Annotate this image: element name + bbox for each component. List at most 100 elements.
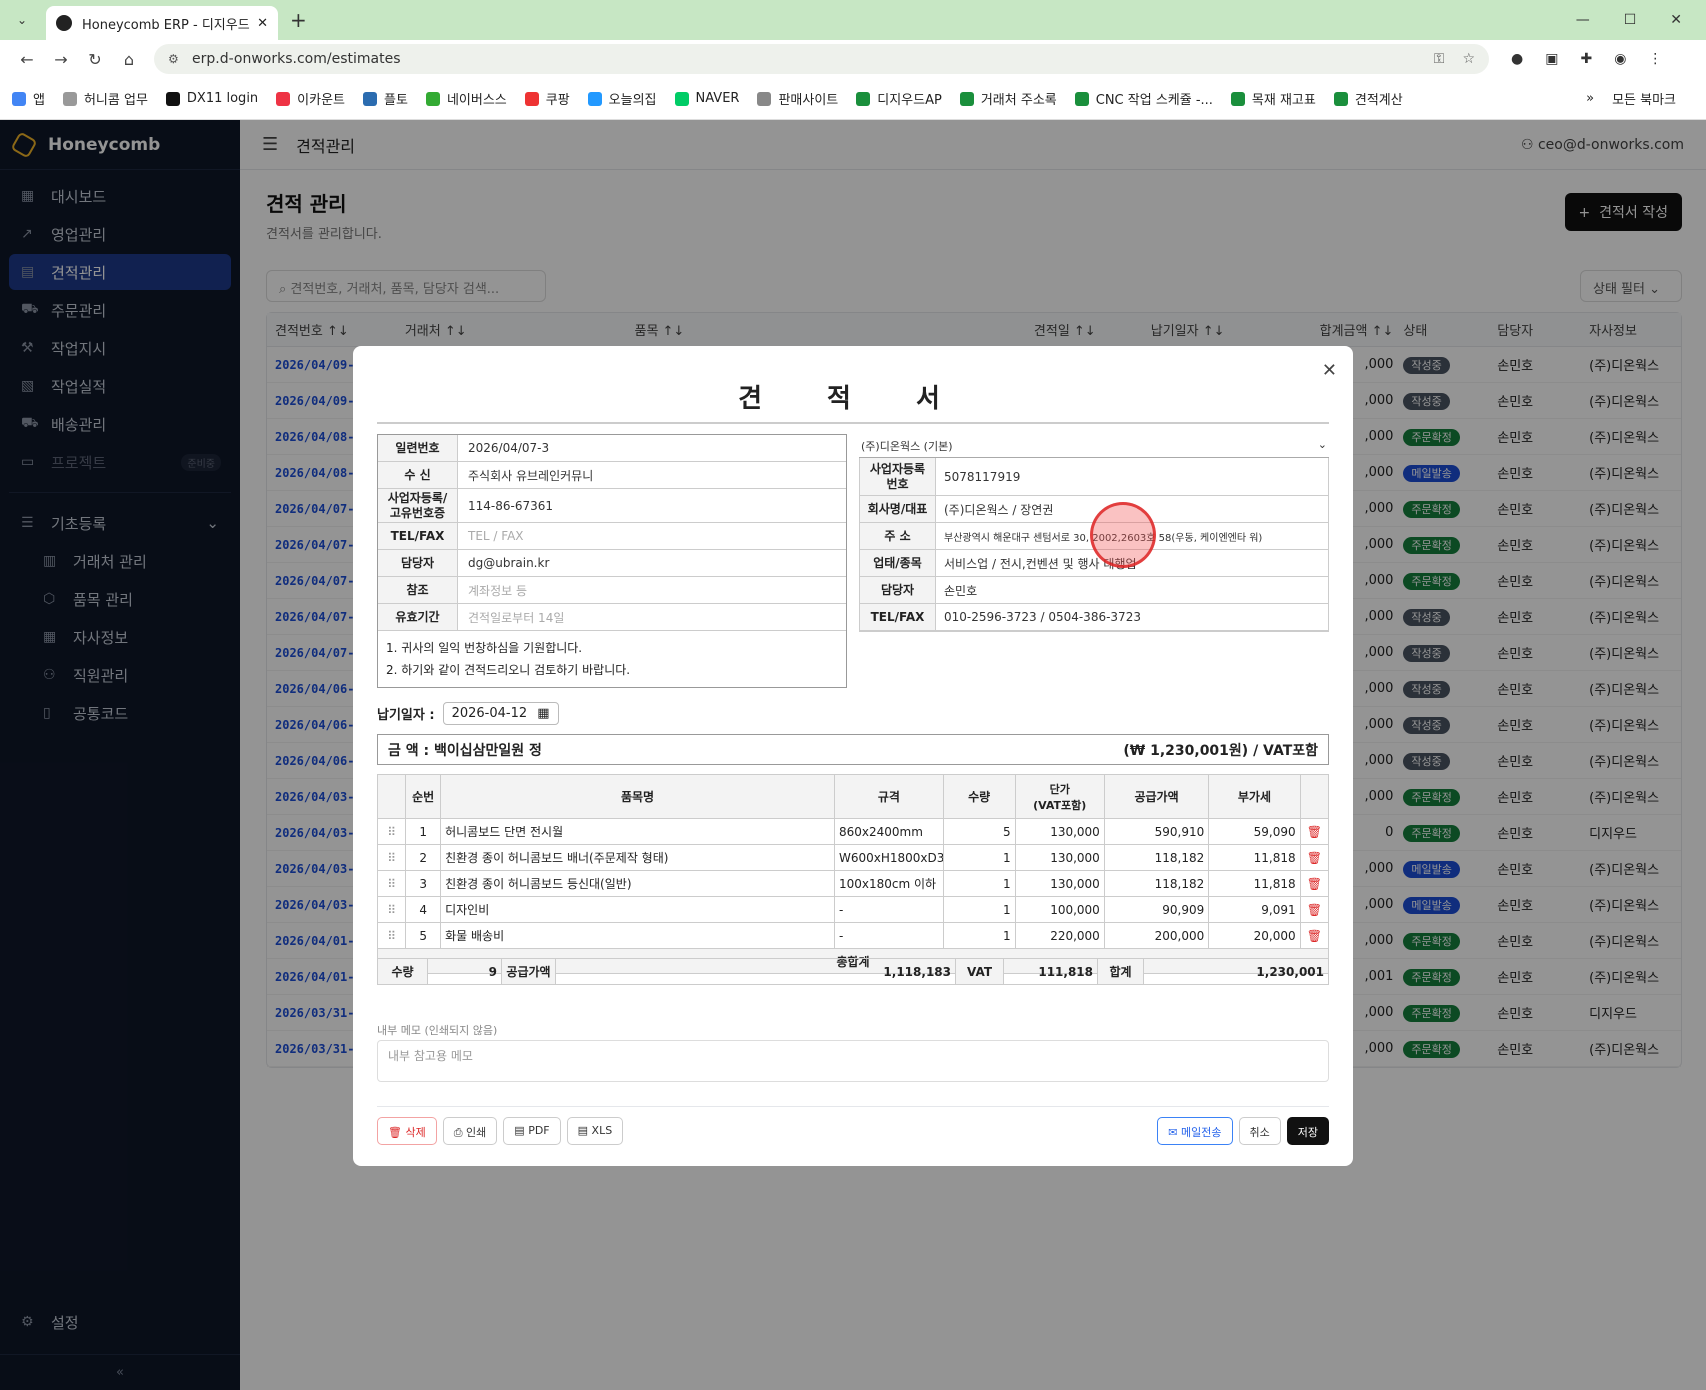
item-qty[interactable]: 1 [942,844,1016,871]
star-icon[interactable]: ☆ [1462,51,1475,67]
item-vat[interactable]: 11,818 [1208,870,1301,897]
item-supply[interactable]: 90,909 [1103,896,1210,923]
bookmark-item[interactable]: 오늘의집 [587,89,657,108]
due-date-input[interactable]: 2026-04-12 ▦ [442,702,559,725]
drag-handle-icon[interactable]: ⠿ [376,922,407,949]
item-qty[interactable]: 5 [942,818,1016,845]
close-window-icon[interactable]: ✕ [1670,12,1682,28]
item-spec[interactable]: W600xH1800xD30( [833,844,944,871]
item-qty[interactable]: 1 [942,870,1016,897]
item-unit-price[interactable]: 130,000 [1014,870,1105,897]
item-unit-price[interactable]: 130,000 [1014,844,1105,871]
item-spec[interactable]: - [833,896,944,923]
bookmark-item[interactable]: 플토 [363,89,408,108]
tab-search-icon[interactable]: ⌄ [8,6,36,34]
save-button[interactable]: 저장 [1286,1117,1329,1145]
bookmark-item[interactable]: 앱 [12,89,45,108]
browser-tab[interactable]: Honeycomb ERP - 디지우드 ✕ [46,6,278,40]
drag-handle-icon[interactable]: ⠿ [376,818,407,845]
bookmark-item[interactable]: 네이버스스 [425,89,507,108]
item-row[interactable]: ⠿ 4 디자인비 -1 100,000 90,909 9,091 🗑 [376,896,1330,923]
trash-icon[interactable]: 🗑 [1299,818,1330,845]
bookmark-item[interactable]: 쿠팡 [524,89,570,108]
site-info-icon[interactable]: ⚙ [168,52,192,66]
item-spec[interactable]: 860x2400mm [833,818,944,845]
field-value[interactable]: 견적일로부터 14일 [458,609,590,626]
trash-icon[interactable]: 🗑 [1299,844,1330,871]
bookmark-item[interactable]: 목재 재고표 [1230,89,1316,108]
item-vat[interactable]: 20,000 [1208,922,1301,949]
item-name[interactable]: 디자인비 [440,896,835,923]
item-row[interactable]: ⠿2친환경 종이 허니콤보드 배너(주문제작 형태)W600xH1800xD30… [376,844,1330,871]
key-icon[interactable]: ⚿ [1434,51,1445,67]
field-value[interactable]: dg@ubrain.kr [458,556,549,570]
item-name[interactable]: 친환경 종이 허니콤보드 등신대(일반) [440,870,835,897]
cancel-button[interactable]: 취소 [1238,1117,1281,1145]
bookmark-item[interactable]: DX11 login [165,91,258,106]
print-button[interactable]: ⎙ 인쇄 [442,1117,498,1145]
bookmark-item[interactable]: NAVER [674,91,739,106]
bookmark-item[interactable]: 디지우드AP [856,89,942,108]
back-icon[interactable]: ← [10,50,44,69]
close-icon[interactable]: ✕ [1322,360,1337,381]
item-name[interactable]: 화물 배송비 [440,922,835,949]
extension-b-icon[interactable]: ▣ [1545,51,1558,67]
item-supply[interactable]: 118,182 [1103,844,1210,871]
bookmark-item[interactable]: 허니콤 업무 [62,89,148,108]
puzzle-icon[interactable]: ✚ [1580,51,1592,67]
item-supply[interactable]: 200,000 [1103,922,1210,949]
field-value[interactable]: 손민호 [936,582,977,599]
pdf-button[interactable]: ▤ PDF [503,1117,561,1145]
trash-icon[interactable]: 🗑 [1299,870,1330,897]
drag-handle-icon[interactable]: ⠿ [376,844,407,871]
bookmark-item[interactable]: 판매사이트 [757,89,838,108]
bookmark-item[interactable]: CNC 작업 스케쥴 -... [1074,89,1213,108]
mail-send-button[interactable]: ✉ 메일전송 [1157,1117,1233,1145]
trash-icon[interactable]: 🗑 [1299,896,1330,923]
drag-handle-icon[interactable]: ⠿ [376,870,407,897]
forward-icon[interactable]: → [44,50,78,69]
delete-button[interactable]: 🗑 삭제 [377,1117,437,1145]
field-value[interactable]: 5078117919 [936,470,1020,484]
item-row[interactable]: ⠿ 1 허니콤보드 단면 전시월 860x2400mm 5 130,000 590,910 5… [376,818,1330,845]
trash-icon[interactable]: 🗑 [1299,922,1330,949]
extension-a-icon[interactable]: ● [1511,51,1523,67]
xls-button[interactable]: ▤ XLS [566,1117,624,1145]
item-unit-price[interactable]: 220,000 [1014,922,1105,949]
field-value[interactable]: (주)디온웍스 / 장연권 [936,501,1053,518]
item-name[interactable]: 허니콤보드 단면 전시월 [440,818,835,845]
reload-icon[interactable]: ↻ [78,50,112,69]
item-vat[interactable]: 59,090 [1208,818,1301,845]
item-spec[interactable]: - [833,922,944,949]
bookmark-item[interactable]: 견적계산 [1333,89,1403,108]
address-bar[interactable]: ⚙ erp.d-onworks.com/estimates ⚿ ☆ [154,44,1489,74]
item-supply[interactable]: 118,182 [1103,870,1210,897]
item-unit-price[interactable]: 100,000 [1014,896,1105,923]
new-tab-icon[interactable]: + [290,8,307,32]
minimize-icon[interactable]: — [1576,12,1590,28]
item-unit-price[interactable]: 130,000 [1014,818,1105,845]
profile-avatar-icon[interactable]: ◉ [1614,51,1626,67]
field-value[interactable]: 2026/04/07-3 [458,441,549,455]
item-spec[interactable]: 100x180cm 이하 [833,870,944,897]
memo-input[interactable]: 내부 참고용 메모 [377,1040,1329,1082]
item-vat[interactable]: 11,818 [1208,844,1301,871]
item-supply[interactable]: 590,910 [1103,818,1210,845]
company-select[interactable]: (주)디온웍스 (기본) ⌄ [859,434,1329,458]
item-row[interactable]: ⠿ 5 화물 배송비 -1 220,000 200,000 20,000 🗑 [376,922,1330,949]
item-qty[interactable]: 1 [942,896,1016,923]
bookmark-item[interactable]: 이카운트 [276,89,345,108]
field-value[interactable]: 114-86-67361 [458,499,553,513]
item-name[interactable]: 친환경 종이 허니콤보드 배너(주문제작 형태) [440,844,835,871]
item-vat[interactable]: 9,091 [1208,896,1301,923]
calendar-icon[interactable]: ▦ [537,706,549,721]
item-row[interactable]: ⠿ 3 친환경 종이 허니콤보드 등신대(일반) 100x180cm 이하 1 130,0… [376,870,1330,897]
item-qty[interactable]: 1 [942,922,1016,949]
field-value[interactable]: 주식회사 유브레인커뮤니 [458,467,593,484]
maximize-icon[interactable]: ☐ [1624,12,1637,28]
field-value[interactable]: 010-2596-3723 / 0504-386-3723 [936,610,1141,624]
bookmark-item[interactable]: 거래처 주소록 [959,89,1057,108]
all-bookmarks[interactable]: 모든 북마크 [1612,89,1676,108]
drag-handle-icon[interactable]: ⠿ [376,896,407,923]
home-icon[interactable]: ⌂ [112,50,146,69]
